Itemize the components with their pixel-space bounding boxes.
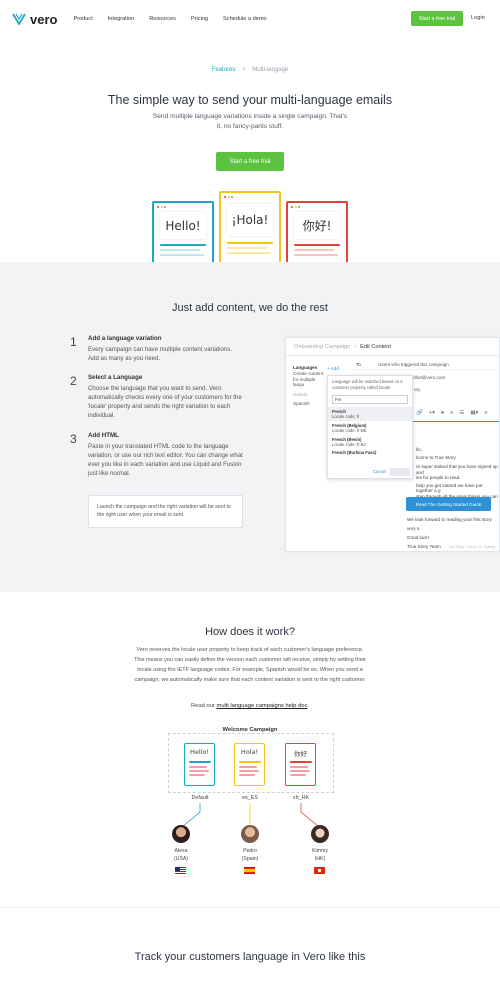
usa-flag-icon — [175, 867, 186, 874]
language-option[interactable]: French Locale code: fr — [328, 407, 412, 421]
logo-text: vero — [30, 11, 58, 27]
nav-login-link[interactable]: Login — [471, 15, 485, 21]
nav-schedule-demo[interactable]: Schedule a demo — [223, 16, 267, 22]
variant-card-es: Hola! — [234, 743, 265, 786]
vero-logo[interactable]: vero — [12, 12, 57, 27]
step-title: Add HTML — [88, 432, 119, 439]
language-default[interactable]: Default — [293, 392, 327, 397]
language-spanish[interactable]: Spanish — [293, 401, 327, 406]
avatar-kimmy — [311, 825, 329, 843]
breadcrumb: Features > Multi-langage — [0, 67, 500, 73]
section-divider — [0, 907, 500, 908]
step-number: 1 — [70, 335, 77, 349]
hk-flag-icon — [314, 867, 325, 874]
breadcrumb-features[interactable]: Features — [212, 67, 236, 73]
editor-crumb-campaign[interactable]: Onboarding Campaign — [294, 344, 350, 350]
step-title: Select a Language — [88, 374, 143, 381]
hero-title: The simple way to send your multi-langua… — [107, 93, 393, 107]
format-icon[interactable]: ▦▾ — [470, 410, 478, 416]
hero-card-greeting: 你好! — [294, 212, 340, 239]
editor-toolbar: 🔗 +▾ ● ≡ ☰ ▦▾ ≡ — [416, 410, 488, 416]
variant-card-default: Hello! — [184, 743, 215, 786]
avatar-pedro — [241, 825, 259, 843]
person-kimmy: Kimmy (HK) — [312, 848, 328, 862]
subject-value: ory — [414, 387, 421, 392]
step-number: 3 — [70, 432, 77, 446]
languages-panel: Languages Create content for multiple la… — [293, 365, 327, 406]
list-icon[interactable]: ☰ — [459, 410, 464, 416]
nav-integration[interactable]: Integration — [108, 16, 134, 22]
add-language-button[interactable]: + Add — [327, 366, 339, 371]
drop-icon[interactable]: ● — [441, 410, 444, 416]
hero-card-greeting: ¡Hola! — [227, 204, 273, 236]
welcome-campaign-title: Welcome Campaign — [222, 727, 278, 733]
to-value: Users who triggered this campaign — [378, 362, 449, 367]
from-value: zelliot@vero.com — [410, 375, 446, 380]
step-2: 2 Select a Language Choose the language … — [70, 374, 242, 434]
step-number: 2 — [70, 374, 77, 388]
track-title: Track your customers language in Vero li… — [134, 951, 366, 963]
editor-screenshot: Onboarding Campaign › Edit Content Langu… — [285, 337, 500, 552]
variant-card-zh: 你好 — [285, 743, 316, 786]
language-dropdown: Language will be matched based on a cust… — [327, 375, 413, 479]
dropdown-add-button[interactable] — [390, 468, 410, 476]
getting-started-button[interactable]: Read The Getting Started Guide — [406, 497, 491, 511]
editor-crumb-current: Edit Content — [360, 343, 391, 350]
help-doc-link[interactable]: multi language campaigns help doc — [216, 703, 307, 709]
step-description: Choose the language that you want to sen… — [88, 385, 242, 419]
how-title: How does it work? — [205, 626, 295, 638]
step-description: Paste in your translated HTML code to th… — [88, 443, 243, 477]
dropdown-hint: Language will be matched based on a cust… — [332, 379, 403, 390]
more-icon[interactable]: ≡ — [484, 410, 487, 416]
hero-card-spanish: ¡Hola! — [219, 191, 281, 264]
help-doc-line: Read our multi language campaigns help d… — [191, 703, 309, 709]
breadcrumb-separator: > — [242, 67, 246, 73]
nav-pricing[interactable]: Pricing — [191, 16, 208, 22]
spain-flag-icon — [244, 867, 255, 874]
dropdown-cancel-button[interactable]: Cancel — [373, 469, 386, 474]
person-pedro: Pedro (Spain) — [241, 848, 259, 862]
nav-resources[interactable]: Resources — [149, 16, 176, 22]
step-1: 1 Add a language variation Every campaig… — [70, 335, 240, 375]
language-option[interactable]: French (Burkina Faso) — [328, 449, 412, 456]
step-description: Every campaign can have multiple content… — [88, 346, 232, 362]
email-footer: True Story, 1 Story St, Sydney — [448, 545, 495, 549]
step-title: Add a language variation — [88, 335, 162, 342]
content-title: Just add content, we do the rest — [172, 302, 328, 314]
language-option[interactable]: French (Belgium) Locale code: fr-BE — [328, 421, 412, 435]
hero-card-chinese: 你好! — [286, 201, 348, 264]
editor-breadcrumb: Onboarding Campaign › Edit Content — [286, 338, 499, 356]
language-search-input[interactable]: Fre — [332, 395, 408, 404]
nav-product[interactable]: Product — [73, 16, 92, 22]
email-body: llo, lcome to True Story re super stoked… — [416, 447, 498, 504]
vero-logo-icon — [12, 13, 26, 25]
languages-help: Create content for multiple langu — [293, 371, 324, 387]
avatar-alexa — [172, 825, 190, 843]
nav-free-trial-button[interactable]: Start a free trial — [411, 11, 463, 26]
launch-note: Launch the campaign and the right variat… — [88, 495, 243, 528]
step-3: 3 Add HTML Paste in your translated HTML… — [70, 432, 243, 492]
breadcrumb-current: Multi-langage — [252, 67, 289, 73]
languages-label: Languages — [293, 365, 318, 370]
to-label: To — [356, 362, 361, 367]
hero-card-greeting: Hello! — [160, 212, 206, 239]
align-icon[interactable]: ≡ — [450, 410, 453, 416]
hero-subtitle: Send multiple language variations inside… — [152, 113, 348, 130]
how-body: Vero reserves the locale user property t… — [134, 647, 366, 683]
link-icon[interactable]: 🔗 — [416, 410, 423, 416]
person-alexa: Alexa (USA) — [173, 848, 189, 862]
hero-card-english: Hello! — [152, 201, 214, 264]
language-option[interactable]: French (Benin) Locale code: fr-BJ — [328, 435, 412, 449]
hero-free-trial-button[interactable]: Start a free trial — [216, 152, 284, 171]
insert-icon[interactable]: +▾ — [429, 410, 435, 416]
